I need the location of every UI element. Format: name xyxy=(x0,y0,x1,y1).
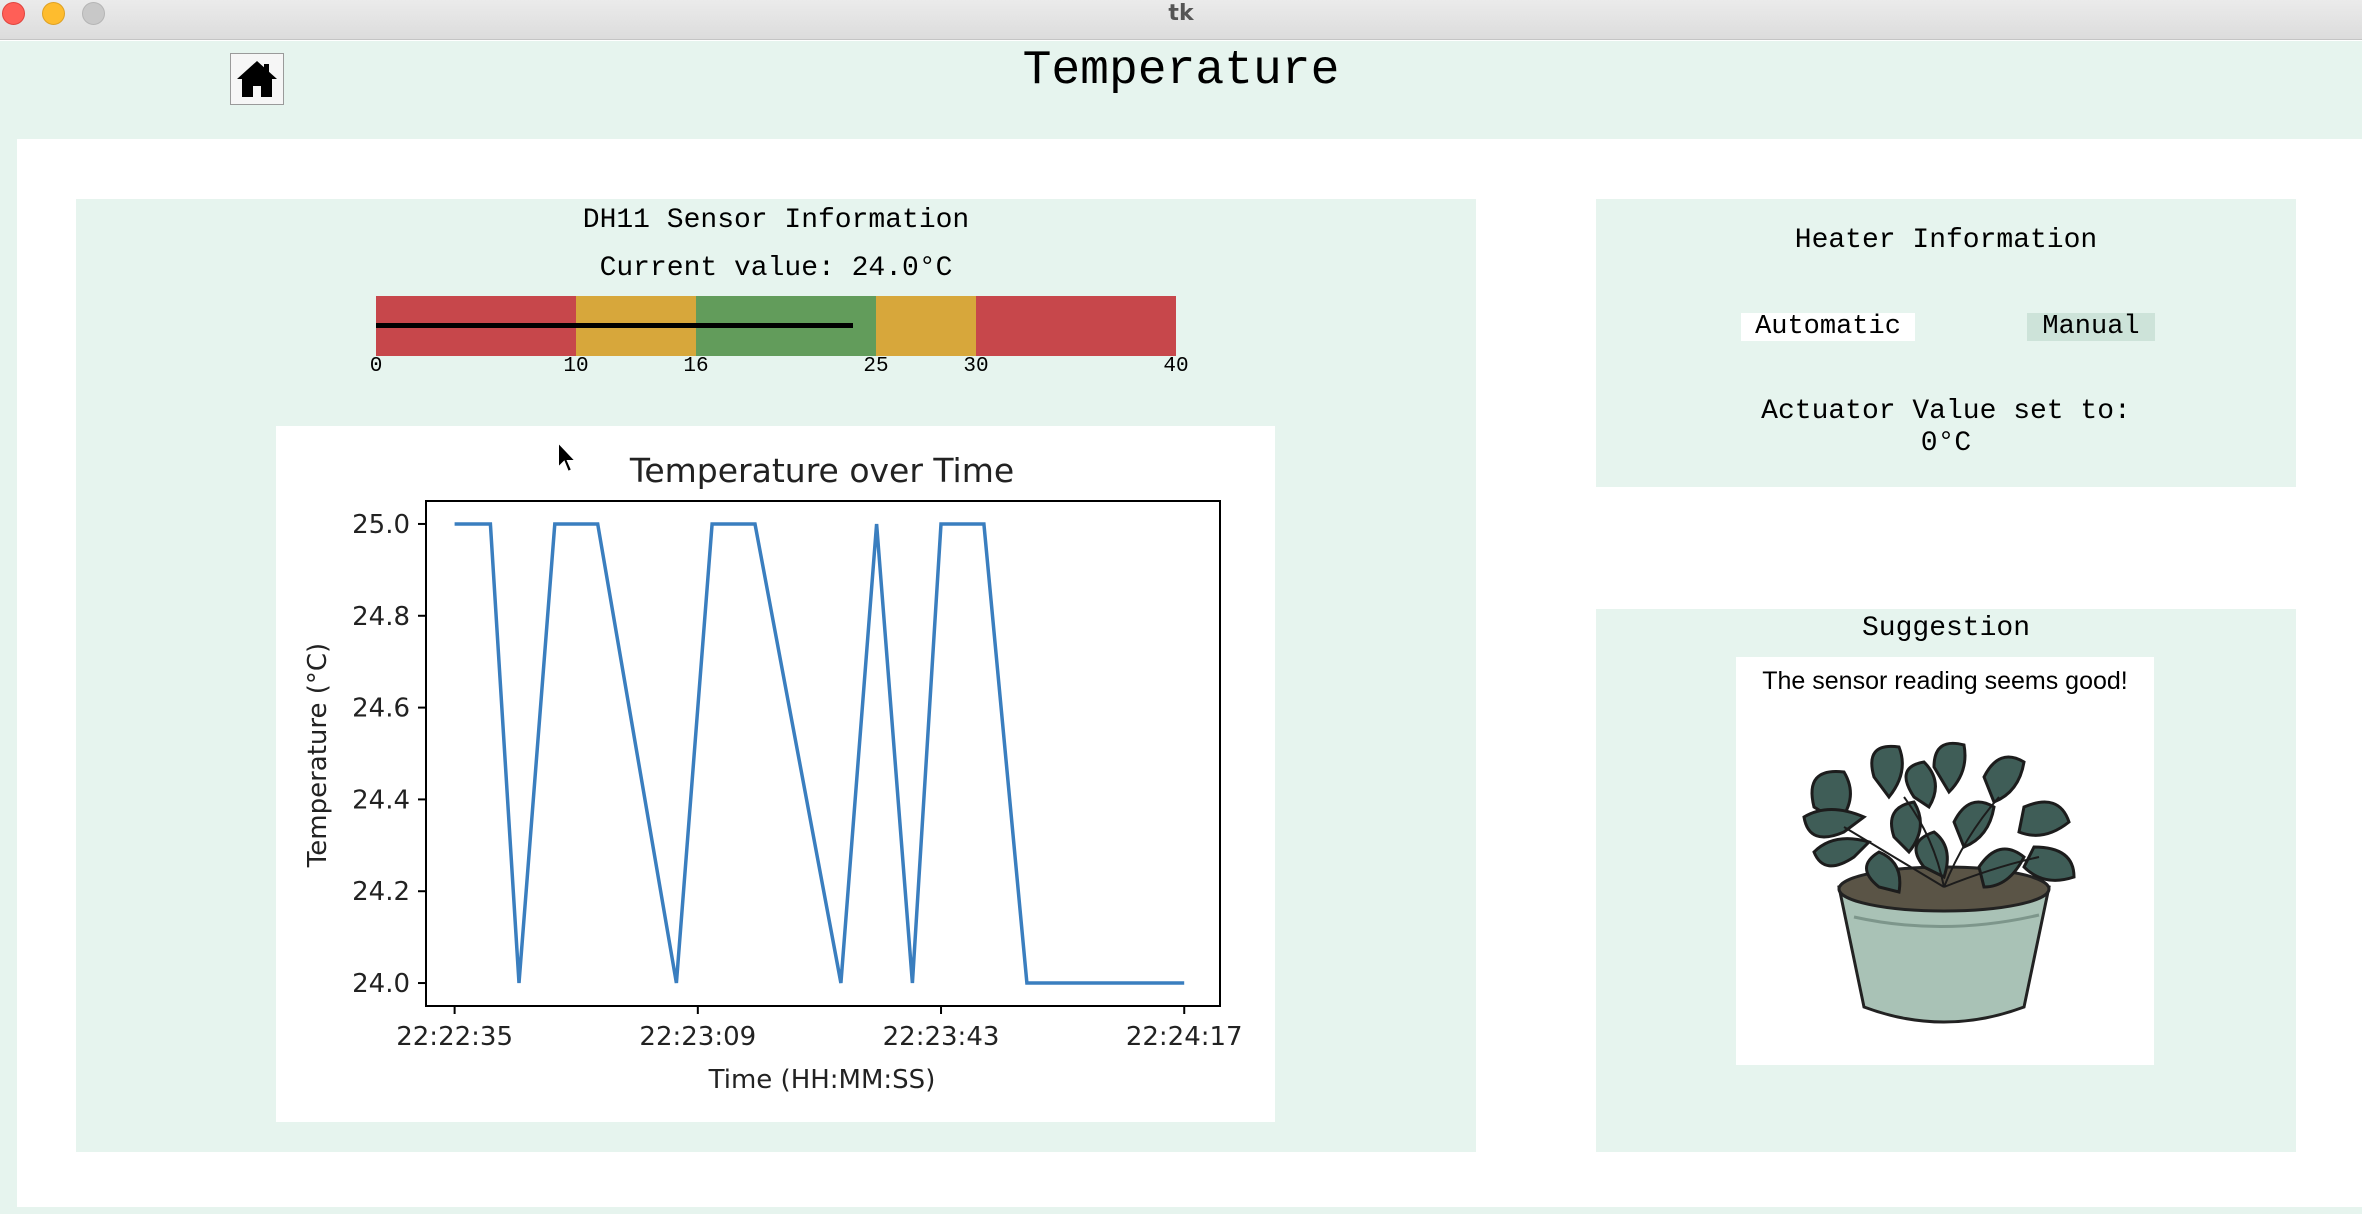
suggestion-text: The sensor reading seems good! xyxy=(1762,667,2128,695)
gauge-tick-label: 0 xyxy=(369,355,383,378)
chart-x-label: Time (HH:MM:SS) xyxy=(708,1065,936,1095)
chart-svg: Temperature over Time 24.024.224.424.624… xyxy=(303,451,1243,1095)
suggestion-title: Suggestion xyxy=(1861,613,2031,644)
gauge-tick-label: 25 xyxy=(863,355,889,378)
chart-y-ticks: 24.0 24.2 24.4 24.6 24.8 25.0 xyxy=(352,510,426,999)
chart-x-tick-label: 22:22:35 xyxy=(396,1022,513,1052)
chart-x-tick-label: 22:23:43 xyxy=(883,1022,1000,1052)
temperature-chart: Temperature over Time 24.0 24.2 24.4 24.6 24… xyxy=(276,426,1275,1122)
sensor-title: DH11 Sensor Information xyxy=(582,205,970,236)
gauge-band xyxy=(876,296,976,356)
window-titlebar: tk xyxy=(0,0,2362,40)
chart-y-tick-label: 24.4 xyxy=(352,785,410,815)
page-title: Temperature xyxy=(1022,44,1340,98)
gauge-tick-label: 30 xyxy=(963,355,989,378)
mouse-cursor-icon xyxy=(557,440,578,474)
actuator-value: 0°C xyxy=(1920,428,1972,459)
chart-y-label: Temperature (°C) xyxy=(303,643,333,868)
chart-x-tick-label: 22:23:09 xyxy=(639,1022,756,1052)
chart-title: Temperature over Time xyxy=(629,451,1014,490)
gauge-tick-label: 16 xyxy=(683,355,709,378)
window-title: tk xyxy=(1168,1,1194,26)
manual-mode-button[interactable]: Manual xyxy=(2027,313,2155,341)
chart-y-tick-label: 24.6 xyxy=(352,694,410,724)
current-value: Current value: 24.0°C xyxy=(599,253,953,284)
gauge-band xyxy=(976,296,1176,356)
automatic-mode-button[interactable]: Automatic xyxy=(1741,313,1915,341)
potted-plant-icon xyxy=(1802,741,2076,1024)
actuator-value-text: Actuator Value set to: 0°C xyxy=(1596,396,2296,460)
gauge-tick-label: 10 xyxy=(563,355,589,378)
heater-title: Heater Information xyxy=(1794,225,2098,256)
chart-x-ticks: 22:22:35 22:23:09 22:23:43 22:24:17 xyxy=(396,1006,1243,1052)
gauge-tick-label: 40 xyxy=(1163,355,1189,378)
chart-y-tick-label: 24.8 xyxy=(352,602,410,632)
chart-y-tick-label: 25.0 xyxy=(352,510,410,540)
chart-plot-area xyxy=(425,500,1221,1007)
gauge-needle xyxy=(376,323,853,328)
chart-y-tick-label: 24.0 xyxy=(352,969,410,999)
chart-y-tick-label: 24.2 xyxy=(352,877,410,907)
suggestion-card: The sensor reading seems good! xyxy=(1736,657,2154,1065)
chart-x-tick-label: 22:24:17 xyxy=(1126,1022,1243,1052)
actuator-label: Actuator Value set to: xyxy=(1761,396,2131,427)
temperature-gauge xyxy=(376,296,1176,356)
